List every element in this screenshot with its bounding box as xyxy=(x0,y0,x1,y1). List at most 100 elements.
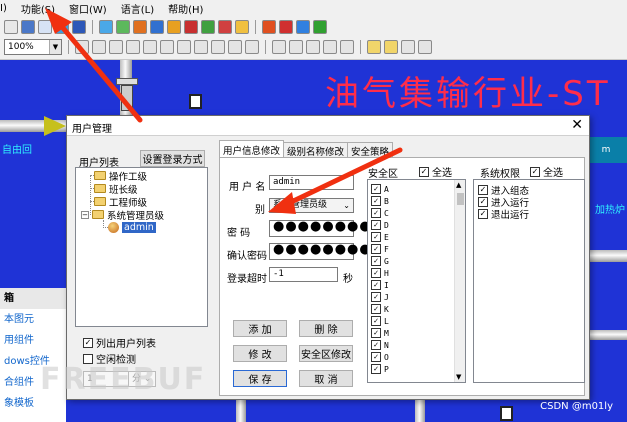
zone-item[interactable]: ✓ A xyxy=(371,184,389,194)
scroll-down-icon[interactable]: ▼ xyxy=(456,373,461,381)
cancel-button[interactable]: 取 消 xyxy=(299,370,353,387)
username-field[interactable]: admin xyxy=(269,175,354,190)
zone-item[interactable]: ✓ J xyxy=(371,292,389,302)
toolbar-button[interactable] xyxy=(21,20,35,34)
toolbar-button[interactable] xyxy=(296,20,310,34)
zone-item[interactable]: ✓ E xyxy=(371,232,389,242)
toolbox-item[interactable]: 本图元 xyxy=(0,309,66,330)
zone-item[interactable]: ✓ K xyxy=(371,304,389,314)
add-user-button[interactable]: 添 加 xyxy=(233,320,287,337)
zoom-select[interactable]: 100% ▼ xyxy=(4,39,62,55)
system-permission-list[interactable]: ✓ 进入组态 ✓ 进入运行 ✓ 退出运行 xyxy=(473,179,585,383)
security-zone-list[interactable]: ✓ A ✓ B ✓ C ✓ D ✓ E ✓ F ✓ G ✓ H ✓ I ✓ J ✓ K ✓ L ✓ M ✓… xyxy=(367,179,466,383)
lock-icon[interactable] xyxy=(401,40,415,54)
scroll-thumb[interactable] xyxy=(457,193,464,205)
same-width-icon[interactable] xyxy=(211,40,225,54)
pipe xyxy=(236,400,246,422)
login-mode-button[interactable]: 设置登录方式 xyxy=(140,150,205,167)
distribute-h-icon[interactable] xyxy=(177,40,191,54)
user-tree[interactable]: 操作工级 班长级 工程师级 − 系统管理员级 admin xyxy=(75,167,208,327)
distribute-v-icon[interactable] xyxy=(194,40,208,54)
zone-item[interactable]: ✓ L xyxy=(371,316,389,326)
tree-node-engineer[interactable]: 工程师级 xyxy=(94,195,147,209)
menu-item-edit[interactable]: I) xyxy=(0,3,7,14)
toolbox-item[interactable]: 用组件 xyxy=(0,330,66,351)
same-size-icon[interactable] xyxy=(245,40,259,54)
toolbar-button[interactable] xyxy=(218,20,232,34)
zone-item[interactable]: ✓ B xyxy=(371,196,389,206)
zone-item[interactable]: ✓ I xyxy=(371,280,389,290)
flip-h-icon[interactable] xyxy=(272,40,286,54)
delete-user-button[interactable]: 删 除 xyxy=(299,320,353,337)
tree-node-monitor[interactable]: 班长级 xyxy=(94,182,138,196)
zone-modify-button[interactable]: 安全区修改 xyxy=(299,345,353,362)
zone-item[interactable]: ✓ P xyxy=(371,364,389,374)
login-timeout-label: 登录超时 xyxy=(227,274,267,285)
zone-item[interactable]: ✓ D xyxy=(371,220,389,230)
list-users-checkbox[interactable]: ✓ 列出用户列表 xyxy=(83,335,156,350)
toolbar-button[interactable] xyxy=(184,20,198,34)
toolbar-button[interactable] xyxy=(150,20,164,34)
toolbar-button[interactable] xyxy=(133,20,147,34)
zone-item[interactable]: ✓ M xyxy=(371,328,389,338)
checkbox-box: ✓ xyxy=(371,208,381,218)
menu-item-function[interactable]: 功能(S) xyxy=(21,1,55,16)
scroll-up-icon[interactable]: ▲ xyxy=(456,181,461,189)
tab-security-policy[interactable]: 安全策略 xyxy=(347,142,394,158)
tab-level-names[interactable]: 级别名称修改 xyxy=(283,142,349,158)
toolbar-button[interactable] xyxy=(313,20,327,34)
zone-item[interactable]: ✓ N xyxy=(371,340,389,350)
perm-select-all-checkbox[interactable]: ✓ 全选 xyxy=(530,164,563,179)
tree-node-operator[interactable]: 操作工级 xyxy=(94,169,147,183)
zone-item[interactable]: ✓ C xyxy=(371,208,389,218)
checkbox-box: ✓ xyxy=(371,292,381,302)
toolbar-button[interactable] xyxy=(235,20,249,34)
align-middle-icon[interactable] xyxy=(143,40,157,54)
align-right-icon[interactable] xyxy=(109,40,123,54)
confirm-password-field[interactable]: ●●●●●●●●● xyxy=(269,243,383,260)
menu-item-help[interactable]: 帮助(H) xyxy=(168,1,203,16)
collapse-icon[interactable]: − xyxy=(81,210,89,219)
group-icon[interactable] xyxy=(323,40,337,54)
menu-item-language[interactable]: 语言(L) xyxy=(121,1,154,16)
close-icon[interactable]: ✕ xyxy=(571,117,583,133)
menu-item-window[interactable]: 窗口(W) xyxy=(69,1,107,16)
align-center-icon[interactable] xyxy=(92,40,106,54)
toolbar-button[interactable] xyxy=(4,20,18,34)
toolbar-button[interactable] xyxy=(201,20,215,34)
zone-item[interactable]: ✓ O xyxy=(371,352,389,362)
align-bottom-icon[interactable] xyxy=(160,40,174,54)
grid-icon[interactable] xyxy=(418,40,432,54)
tree-node-user-admin[interactable]: admin xyxy=(108,221,156,234)
modify-user-button[interactable]: 修 改 xyxy=(233,345,287,362)
zone-item[interactable]: ✓ H xyxy=(371,268,389,278)
toolbar-button[interactable] xyxy=(38,20,52,34)
align-top-icon[interactable] xyxy=(126,40,140,54)
level-select[interactable]: 系统管理员级 ⌄ xyxy=(269,198,354,213)
toolbar-button[interactable] xyxy=(55,20,69,34)
send-back-icon[interactable] xyxy=(384,40,398,54)
save-button[interactable]: 保 存 xyxy=(233,370,287,387)
ungroup-icon[interactable] xyxy=(340,40,354,54)
zone-list-scrollbar[interactable]: ▲ ▼ xyxy=(454,180,465,382)
tab-user-info[interactable]: 用户信息修改 xyxy=(219,140,285,158)
zone-item[interactable]: ✓ F xyxy=(371,244,389,254)
password-field[interactable]: ●●●●●●●●● xyxy=(269,220,383,237)
toolbar-button[interactable] xyxy=(279,20,293,34)
toolbar-button[interactable] xyxy=(262,20,276,34)
perm-item[interactable]: ✓ 退出运行 xyxy=(478,207,529,221)
toolbar-button[interactable] xyxy=(99,20,113,34)
toolbar-button[interactable] xyxy=(72,20,86,34)
flip-v-icon[interactable] xyxy=(289,40,303,54)
toolbar-button[interactable] xyxy=(167,20,181,34)
username-value: admin xyxy=(273,177,301,187)
zone-item[interactable]: ✓ G xyxy=(371,256,389,266)
same-height-icon[interactable] xyxy=(228,40,242,54)
login-timeout-field[interactable]: -1 xyxy=(269,267,338,282)
zone-select-all-checkbox[interactable]: ✓ 全选 xyxy=(419,164,452,179)
rotate-icon[interactable] xyxy=(306,40,320,54)
tree-node-admin-group[interactable]: − 系统管理员级 xyxy=(81,208,164,222)
align-left-icon[interactable] xyxy=(75,40,89,54)
bring-front-icon[interactable] xyxy=(367,40,381,54)
toolbar-button[interactable] xyxy=(116,20,130,34)
